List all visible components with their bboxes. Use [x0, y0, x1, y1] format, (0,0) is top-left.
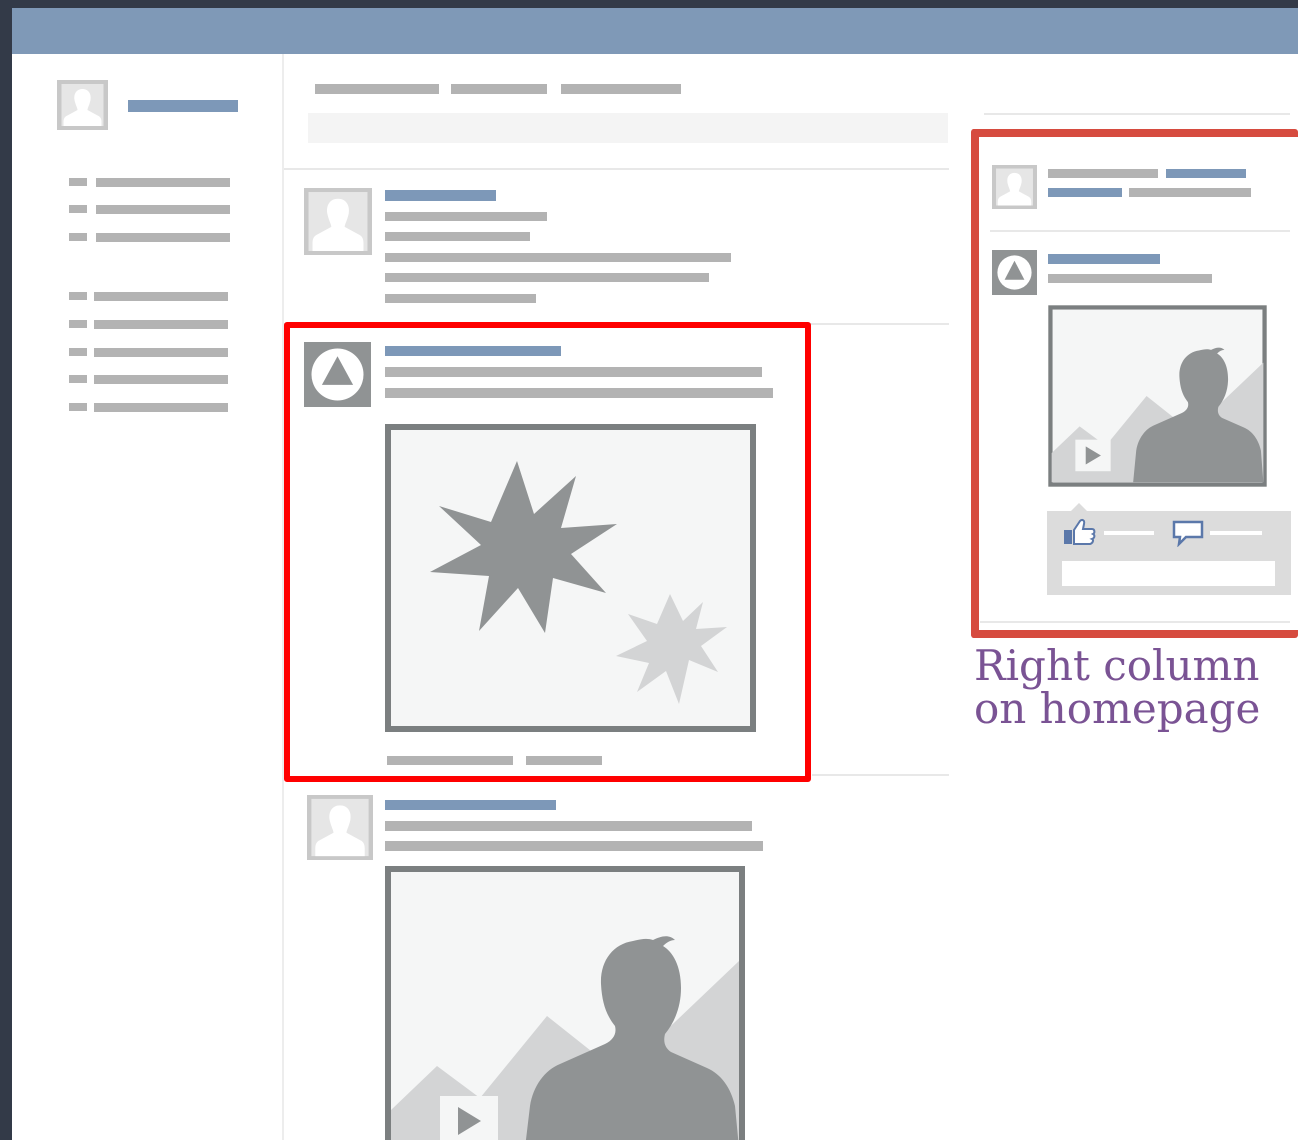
menu-bullet: [69, 233, 87, 241]
post-text-line: [385, 232, 530, 241]
top-navigation-bar: [12, 8, 1298, 54]
post-text-line: [385, 294, 536, 303]
post-author-link[interactable]: [385, 800, 556, 810]
composer-tab[interactable]: [315, 84, 439, 94]
menu-item[interactable]: [94, 348, 228, 357]
menu-bullet: [69, 348, 87, 356]
menu-item[interactable]: [96, 178, 230, 187]
post-text-line: [385, 841, 763, 851]
right-column-caption-line2: on homepage: [974, 684, 1261, 733]
profile-avatar[interactable]: [57, 80, 108, 130]
menu-bullet: [69, 375, 87, 383]
menu-bullet: [69, 292, 87, 300]
post-author-avatar[interactable]: [304, 188, 372, 255]
menu-bullet: [69, 205, 87, 213]
post-text-line: [385, 253, 731, 262]
right-column-highlight: [971, 129, 1298, 638]
menu-item[interactable]: [94, 403, 228, 412]
person-silhouette-icon: [307, 795, 373, 860]
composer-tab[interactable]: [561, 84, 681, 94]
post-text-line: [385, 821, 752, 831]
menu-item[interactable]: [94, 375, 228, 384]
sponsored-post-highlight: [284, 322, 811, 782]
composer-tab[interactable]: [451, 84, 547, 94]
status-composer-input[interactable]: [308, 113, 948, 143]
profile-name-link[interactable]: [128, 100, 238, 112]
ad-divider: [980, 621, 1290, 623]
person-silhouette-icon: [304, 188, 372, 255]
post-author-link[interactable]: [385, 190, 496, 201]
post-text-line: [385, 273, 709, 282]
menu-item[interactable]: [96, 205, 230, 214]
video-thumbnail-icon[interactable]: [385, 866, 745, 1140]
menu-item[interactable]: [94, 292, 228, 301]
menu-item[interactable]: [96, 233, 230, 242]
post-text-line: [385, 212, 547, 221]
menu-bullet: [69, 178, 87, 186]
menu-item[interactable]: [94, 320, 228, 329]
homepage-mockup: Right column on homepage: [12, 8, 1298, 1140]
post-author-avatar[interactable]: [307, 795, 373, 860]
right-column-divider: [984, 113, 1290, 115]
right-column-caption-line1: Right column: [974, 641, 1260, 690]
menu-bullet: [69, 403, 87, 411]
person-silhouette-icon: [57, 80, 108, 130]
feed-divider: [812, 774, 949, 776]
feed-divider: [284, 168, 949, 170]
menu-bullet: [69, 320, 87, 328]
